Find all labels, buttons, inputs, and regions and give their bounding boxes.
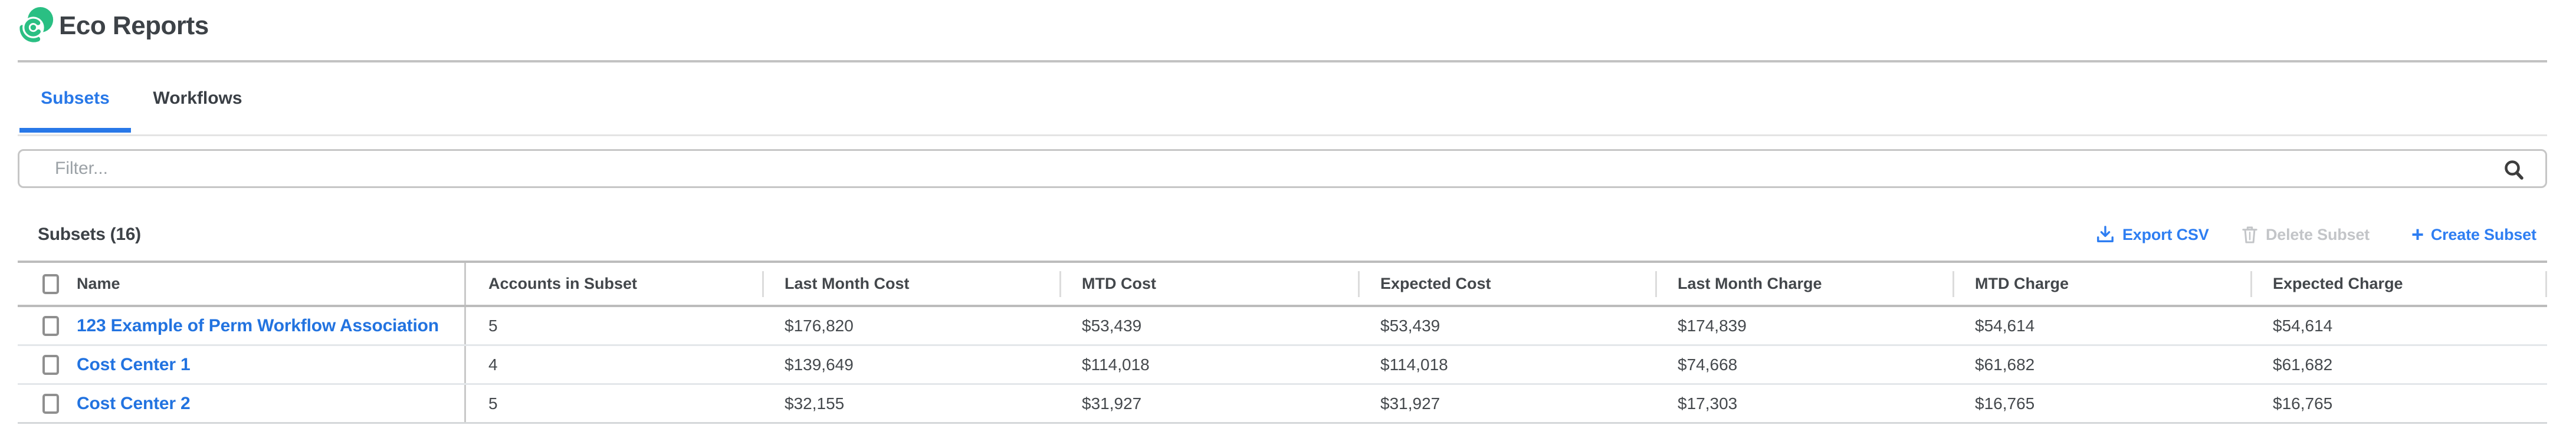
mtd-cost-cell: $114,018: [1059, 346, 1358, 383]
filter-container: [18, 149, 2547, 188]
mtd-cost-cell: $53,439: [1059, 307, 1358, 344]
expected-cost-cell: $31,927: [1358, 385, 1655, 422]
mtd-charge-cell: $16,765: [1952, 385, 2250, 422]
column-header-expected-cost: Expected Cost: [1358, 263, 1655, 305]
table-row: 123 Example of Perm Workflow Association…: [18, 307, 2547, 346]
page-title: Eco Reports: [59, 9, 209, 42]
expected-cost-cell: $53,439: [1358, 307, 1655, 344]
table-header-row: Name Accounts in Subset Last Month Cost …: [18, 263, 2547, 307]
subsets-count-heading: Subsets (16): [38, 219, 141, 250]
search-icon: [2503, 159, 2525, 182]
accounts-cell: 5: [464, 307, 762, 344]
table-row: Cost Center 2 5 $32,155 $31,927 $31,927 …: [18, 385, 2547, 424]
expected-charge-cell: $16,765: [2250, 385, 2547, 422]
mtd-charge-cell: $54,614: [1952, 307, 2250, 344]
last-month-charge-cell: $174,839: [1655, 307, 1952, 344]
column-header-accounts: Accounts in Subset: [464, 263, 762, 305]
row-checkbox[interactable]: [42, 316, 59, 336]
column-header-last-month-charge: Last Month Charge: [1655, 263, 1952, 305]
create-subset-button[interactable]: + Create Subset: [2411, 219, 2536, 250]
name-cell: Cost Center 1: [18, 346, 464, 383]
last-month-cost-cell: $176,820: [762, 307, 1059, 344]
spot-logo-icon: [19, 5, 54, 43]
name-cell: 123 Example of Perm Workflow Association: [18, 307, 464, 344]
export-csv-label: Export CSV: [2122, 226, 2209, 244]
last-month-charge-cell: $74,668: [1655, 346, 1952, 383]
accounts-cell: 4: [464, 346, 762, 383]
row-checkbox[interactable]: [42, 355, 59, 375]
trash-icon: [2242, 225, 2258, 244]
expected-charge-cell: $54,614: [2250, 307, 2547, 344]
export-csv-button[interactable]: Export CSV: [2096, 219, 2209, 250]
column-header-mtd-charge: MTD Charge: [1952, 263, 2250, 305]
mtd-cost-cell: $31,927: [1059, 385, 1358, 422]
subset-name-link[interactable]: Cost Center 1: [77, 355, 190, 375]
table-row: Cost Center 1 4 $139,649 $114,018 $114,0…: [18, 346, 2547, 385]
active-tab-indicator: [19, 128, 131, 133]
plus-icon: +: [2411, 224, 2424, 245]
last-month-charge-cell: $17,303: [1655, 385, 1952, 422]
last-month-cost-cell: $32,155: [762, 385, 1059, 422]
mtd-charge-cell: $61,682: [1952, 346, 2250, 383]
tab-workflows[interactable]: Workflows: [142, 81, 254, 116]
column-header-expected-charge: Expected Charge: [2250, 263, 2547, 305]
header-name: Name: [18, 263, 464, 305]
accounts-cell: 5: [464, 385, 762, 422]
subset-name-link[interactable]: Cost Center 2: [77, 394, 190, 414]
column-header-last-month-cost: Last Month Cost: [762, 263, 1059, 305]
tabs-divider: [18, 134, 2547, 136]
column-header-mtd-cost: MTD Cost: [1059, 263, 1358, 305]
tab-subsets[interactable]: Subsets: [19, 81, 131, 116]
row-checkbox[interactable]: [42, 394, 59, 414]
expected-cost-cell: $114,018: [1358, 346, 1655, 383]
select-all-checkbox[interactable]: [42, 274, 59, 294]
header-divider: [18, 60, 2547, 62]
filter-input[interactable]: [19, 151, 2545, 186]
name-cell: Cost Center 2: [18, 385, 464, 422]
subset-name-link[interactable]: 123 Example of Perm Workflow Association: [77, 316, 439, 336]
delete-subset-button[interactable]: Delete Subset: [2242, 219, 2370, 250]
expected-charge-cell: $61,682: [2250, 346, 2547, 383]
delete-subset-label: Delete Subset: [2266, 226, 2370, 244]
create-subset-label: Create Subset: [2431, 226, 2536, 244]
subsets-table: Name Accounts in Subset Last Month Cost …: [18, 261, 2547, 424]
download-icon: [2096, 225, 2115, 244]
last-month-cost-cell: $139,649: [762, 346, 1059, 383]
column-header-name: Name: [77, 275, 120, 293]
